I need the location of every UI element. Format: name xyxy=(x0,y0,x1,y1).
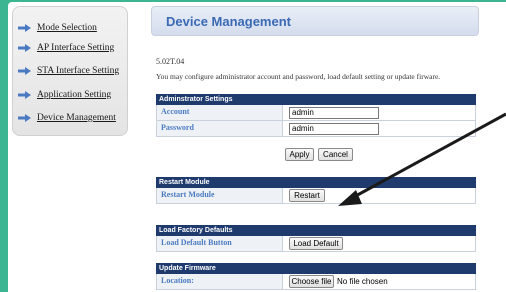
account-row: Account admin xyxy=(156,105,476,121)
page-description: You may configure administrator account … xyxy=(156,72,441,81)
choose-file-button[interactable]: Choose file xyxy=(289,275,334,288)
sidebar-item-ap-interface[interactable]: AP Interface Setting xyxy=(18,41,128,55)
arrow-right-icon xyxy=(18,44,31,52)
factory-row: Load Default Button Load Default xyxy=(156,236,476,252)
password-row: Password admin xyxy=(156,121,476,137)
sidebar-item-label: Application Setting xyxy=(37,90,112,100)
sidebar-item-sta-interface[interactable]: STA Interface Setting xyxy=(18,64,128,78)
account-input[interactable]: admin xyxy=(289,107,379,119)
location-label: Location: xyxy=(157,274,283,289)
restart-button[interactable]: Restart xyxy=(289,189,325,202)
page-header: Device Management xyxy=(151,6,479,36)
load-default-label: Load Default Button xyxy=(157,236,283,251)
sidebar-item-label: Mode Selection xyxy=(37,23,97,33)
sidebar-item-mode-selection[interactable]: Mode Selection xyxy=(18,21,128,35)
arrow-right-icon xyxy=(18,67,31,75)
arrow-right-icon xyxy=(18,24,31,32)
password-label: Password xyxy=(157,121,283,136)
page-title: Device Management xyxy=(166,14,291,29)
firmware-version: 5.02T.04 xyxy=(156,57,185,66)
section-header-restart: Restart Module xyxy=(156,177,476,188)
restart-row: Restart Module Restart xyxy=(156,188,476,204)
file-status-text: No file chosen xyxy=(337,277,388,286)
cancel-button[interactable]: Cancel xyxy=(318,148,353,161)
sidebar-item-application[interactable]: Application Setting xyxy=(18,88,128,102)
sidebar-item-label: Device Management xyxy=(37,113,116,123)
arrow-right-icon xyxy=(18,91,31,99)
load-default-button[interactable]: Load Default xyxy=(289,237,343,250)
account-label: Account xyxy=(157,105,283,120)
apply-button[interactable]: Apply xyxy=(285,148,314,161)
section-header-factory: Load Factory Defaults xyxy=(156,225,476,236)
restart-label: Restart Module xyxy=(157,188,283,203)
password-input[interactable]: admin xyxy=(289,123,379,135)
sidebar-item-label: STA Interface Setting xyxy=(37,66,120,76)
section-header-admin: Adminstrator Settings xyxy=(156,94,476,105)
sidebar-item-device-management[interactable]: Device Management xyxy=(18,111,128,125)
section-header-firmware: Update Firmware xyxy=(156,263,476,274)
sidebar-item-label: AP Interface Setting xyxy=(37,43,115,53)
arrow-right-icon xyxy=(18,114,31,122)
firmware-row: Location: Choose file No file chosen xyxy=(156,274,476,290)
